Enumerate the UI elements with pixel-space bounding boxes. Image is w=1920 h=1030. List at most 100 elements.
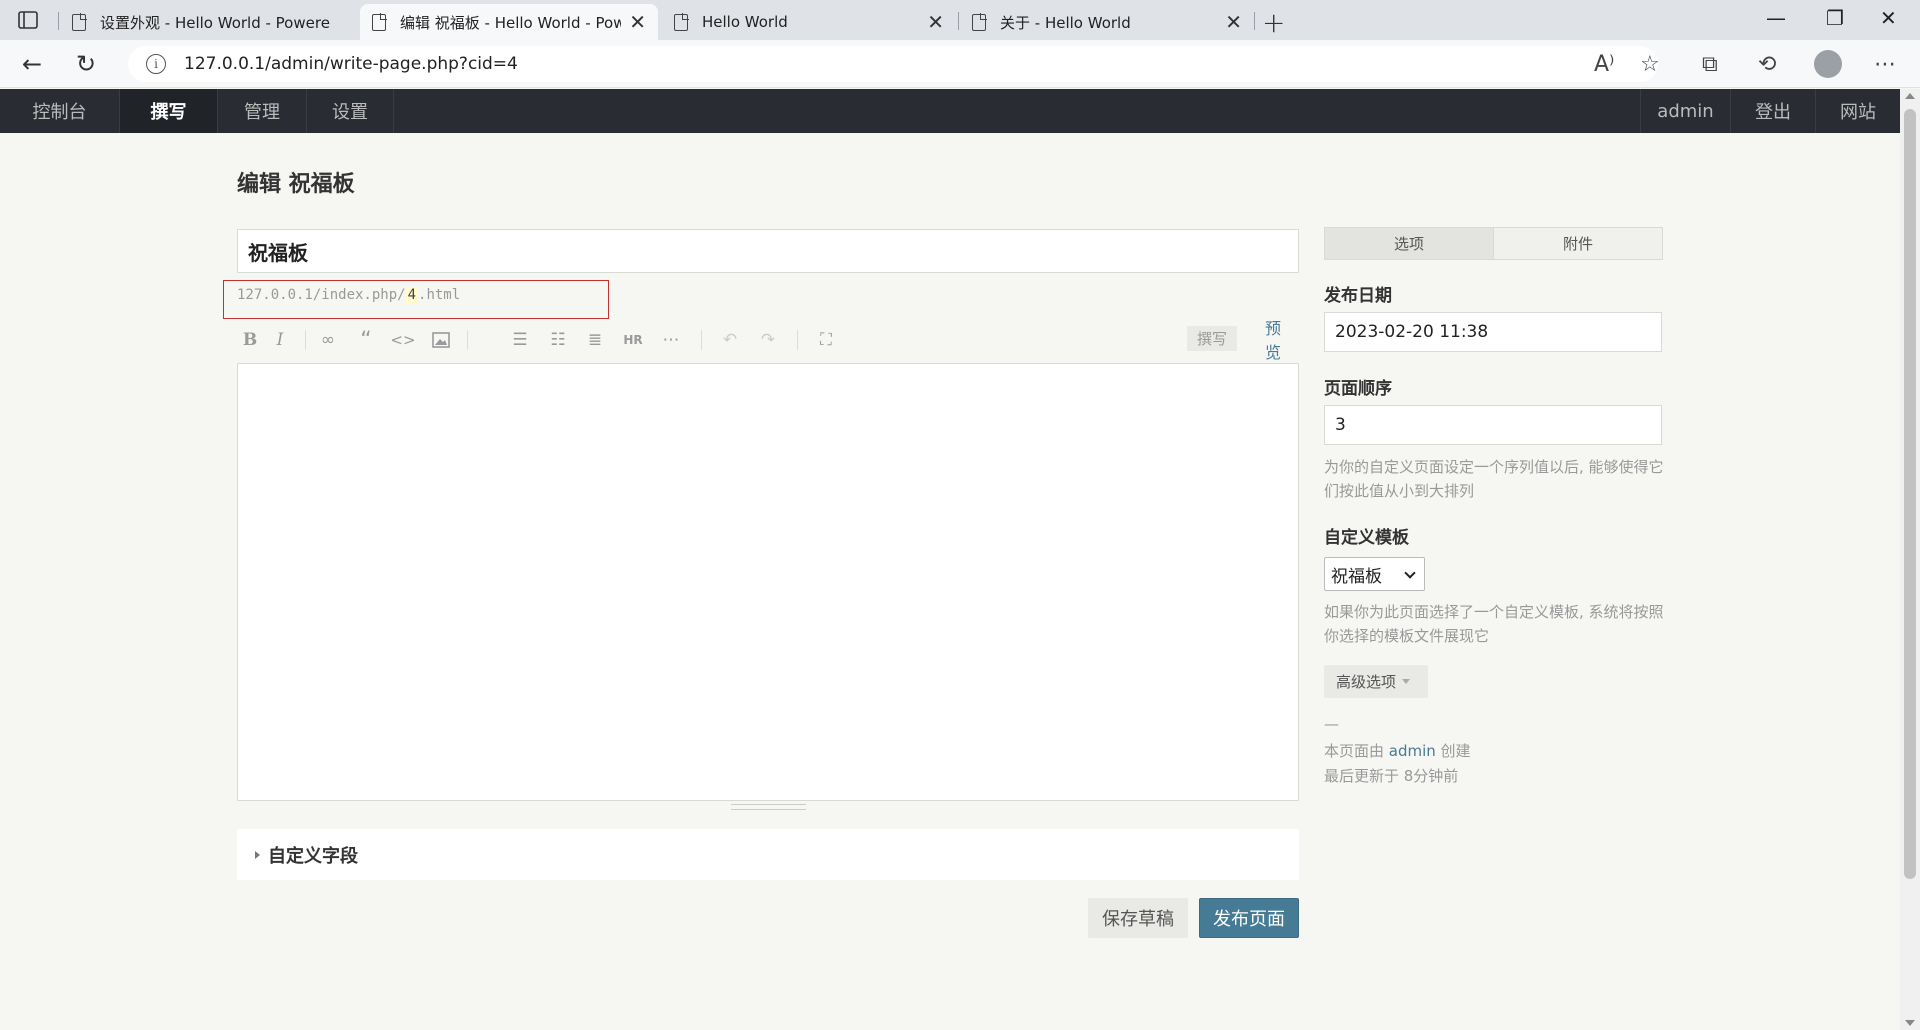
chevron-down-icon (1404, 567, 1416, 579)
page-scrollbar[interactable] (1900, 89, 1920, 1030)
template-description: 如果你为此页面选择了一个自定义模板, 系统将按照你选择的模板文件展现它 (1324, 603, 1664, 645)
nav-logout[interactable]: 登出 (1730, 89, 1815, 133)
page-icon (372, 12, 387, 31)
hr-icon[interactable]: HR (620, 328, 646, 352)
page-icon (972, 12, 987, 31)
heading-icon[interactable]: ≣ (582, 328, 608, 352)
expand-arrow-icon (255, 850, 260, 859)
toolbar-divider (797, 330, 798, 350)
unordered-list-icon[interactable]: ☷ (545, 328, 571, 352)
page-icon (674, 12, 689, 31)
site-info-icon[interactable]: i (146, 54, 166, 74)
refresh-icon[interactable]: ↻ (76, 50, 96, 78)
tab-title: Hello World (702, 13, 788, 31)
toolbar-divider (701, 330, 702, 350)
nav-user-admin[interactable]: admin (1640, 89, 1730, 133)
advanced-options-button[interactable]: 高级选项 (1324, 665, 1428, 698)
address-toolbar: ← ↻ i 127.0.0.1/admin/write-page.php?cid… (0, 40, 1920, 88)
close-tab-icon[interactable]: ✕ (1225, 12, 1242, 32)
tab-actions-icon[interactable] (16, 8, 40, 32)
page-title: 编辑 祝福板 (237, 172, 355, 197)
collections-icon[interactable]: ⧉ (1702, 52, 1718, 77)
tab-attachments[interactable]: 附件 (1494, 228, 1662, 259)
toolbar-divider (467, 330, 468, 350)
nav-website[interactable]: 网站 (1815, 89, 1900, 133)
title-input[interactable]: 祝福板 (237, 229, 1299, 273)
advanced-options-label: 高级选项 (1336, 673, 1397, 691)
page-icon (72, 12, 87, 31)
undo-icon[interactable]: ↶ (717, 328, 743, 352)
redo-icon[interactable]: ↷ (755, 328, 781, 352)
page-order-input[interactable]: 3 (1324, 405, 1662, 445)
close-tab-icon[interactable]: ✕ (927, 12, 944, 32)
page-order-label: 页面顺序 (1324, 379, 1392, 399)
close-window-icon[interactable]: ✕ (1880, 6, 1897, 30)
last-updated-text: 最后更新于 8分钟前 (1324, 767, 1459, 785)
template-selected-value: 祝福板 (1331, 566, 1382, 587)
tab-separator (958, 12, 959, 30)
tab-separator (58, 12, 59, 30)
read-aloud-icon[interactable]: A⁾ (1594, 52, 1614, 77)
history-icon[interactable]: ⟲ (1758, 52, 1776, 77)
tab-title: 编辑 祝福板 - Hello World - Pow (400, 13, 622, 32)
admin-navbar: 控制台 撰写 管理 设置 admin 登出 网站 (0, 89, 1900, 133)
save-draft-button[interactable]: 保存草稿 (1088, 898, 1188, 938)
created-suffix: 创建 (1435, 742, 1471, 760)
nav-manage[interactable]: 管理 (218, 89, 307, 133)
tab-title: 关于 - Hello World (1000, 13, 1131, 32)
created-prefix: 本页面由 (1324, 742, 1389, 760)
toolbar-divider (305, 330, 306, 350)
publish-date-input[interactable]: 2023-02-20 11:38 (1324, 312, 1662, 352)
browser-tab[interactable]: 设置外观 - Hello World - Powere (60, 4, 352, 40)
new-tab-icon[interactable]: + (1262, 6, 1285, 39)
quote-icon[interactable]: “ (353, 328, 379, 353)
ordered-list-icon[interactable]: ☰ (507, 328, 533, 352)
browser-tab-bar: 设置外观 - Hello World - Powere 编辑 祝福板 - Hel… (0, 0, 1920, 40)
page-order-description: 为你的自定义页面设定一个序列值以后, 能够使得它们按此值从小到大排列 (1324, 458, 1664, 500)
slug-input[interactable]: 4 (405, 287, 419, 303)
address-bar[interactable]: i 127.0.0.1/admin/write-page.php?cid=4 (128, 46, 1658, 82)
permalink-prefix: 127.0.0.1/index.php/ (237, 287, 406, 303)
custom-fields-toggle[interactable]: 自定义字段 (237, 829, 1299, 880)
link-icon[interactable]: ∞ (315, 328, 341, 352)
browser-tab[interactable]: 关于 - Hello World ✕ (960, 4, 1254, 40)
bold-icon[interactable]: B (237, 328, 263, 352)
code-icon[interactable]: <> (390, 328, 416, 352)
nav-write[interactable]: 撰写 (120, 89, 218, 133)
meta-divider: — (1324, 715, 1339, 733)
scrollbar-thumb[interactable] (1904, 109, 1916, 879)
back-icon[interactable]: ← (22, 50, 42, 78)
sidebar-tabs: 选项 附件 (1324, 227, 1663, 260)
close-tab-icon[interactable]: ✕ (629, 12, 646, 32)
caret-down-icon (1402, 679, 1411, 684)
browser-tab-active[interactable]: 编辑 祝福板 - Hello World - Pow ✕ (360, 4, 658, 40)
custom-fields-label: 自定义字段 (268, 845, 358, 867)
content-editor[interactable] (237, 363, 1299, 801)
image-icon[interactable] (428, 328, 454, 352)
tab-separator (1254, 12, 1255, 30)
scroll-down-icon[interactable] (1905, 1020, 1915, 1026)
nav-dashboard[interactable]: 控制台 (0, 89, 120, 133)
profile-avatar[interactable] (1814, 50, 1842, 78)
permalink-suffix: .html (418, 287, 461, 303)
preview-mode-tab[interactable]: 预览 (1257, 319, 1299, 362)
write-mode-tab[interactable]: 撰写 (1187, 326, 1238, 351)
url-text[interactable]: 127.0.0.1/admin/write-page.php?cid=4 (184, 54, 518, 74)
tab-options[interactable]: 选项 (1325, 228, 1494, 259)
restore-icon[interactable]: ❐ (1826, 6, 1844, 30)
publish-date-label: 发布日期 (1324, 286, 1392, 306)
more-menu-icon[interactable]: ⋯ (1874, 52, 1896, 77)
italic-icon[interactable]: I (267, 328, 293, 352)
scroll-up-icon[interactable] (1905, 93, 1915, 99)
nav-settings[interactable]: 设置 (307, 89, 394, 133)
publish-button[interactable]: 发布页面 (1199, 898, 1299, 938)
fullscreen-icon[interactable]: ⛶ (813, 328, 839, 352)
minimize-icon[interactable]: — (1766, 6, 1786, 30)
browser-tab[interactable]: Hello World ✕ (662, 4, 956, 40)
template-select[interactable]: 祝福板 (1324, 557, 1425, 591)
editor-resize-handle[interactable] (731, 804, 806, 810)
favorite-add-icon[interactable]: ☆ (1640, 52, 1660, 77)
editor-toolbar: B I ∞ “ <> ☰ ☷ ≣ HR ⋯ ↶ ↷ ⛶ 撰写 预览 (237, 319, 1299, 362)
more-icon[interactable]: ⋯ (658, 328, 684, 352)
author-link[interactable]: admin (1389, 742, 1436, 760)
